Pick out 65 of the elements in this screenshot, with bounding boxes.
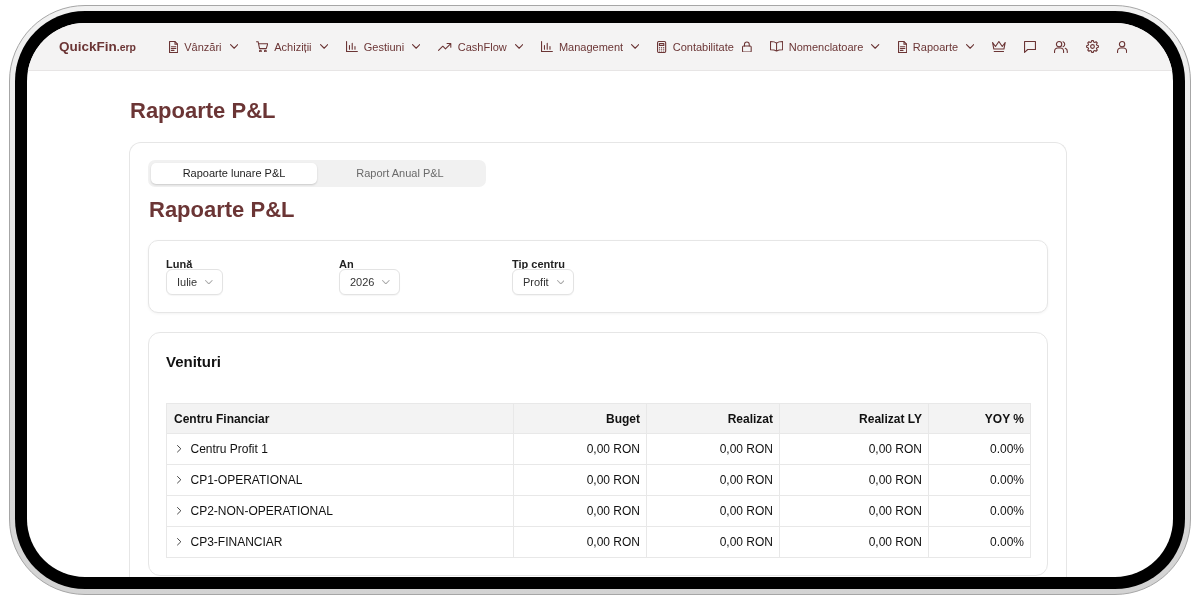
table-cell: 0.00% [928, 464, 1031, 496]
nav-menu-item[interactable]: CashFlow [438, 40, 524, 53]
table-cell: 0,00 RON [513, 495, 647, 527]
chevron-down-icon [382, 279, 391, 285]
table-cell: 0,00 RON [779, 464, 929, 496]
bar-chart-icon [345, 41, 358, 52]
chevron-down-icon [556, 279, 565, 285]
table-cell: 0,00 RON [646, 433, 780, 465]
cart-icon [255, 40, 269, 53]
chevron-right-icon[interactable] [177, 538, 182, 546]
document-icon [169, 40, 179, 53]
calculator-icon [657, 40, 667, 53]
row-label: CP3-FINANCIAR [190, 535, 283, 549]
column-header: YOY % [928, 403, 1031, 434]
table-cell: 0,00 RON [646, 464, 780, 496]
table-cell: 0,00 RON [513, 526, 647, 558]
nav-menu-item[interactable]: Vânzări [169, 40, 238, 53]
tab[interactable]: Rapoarte lunare P&L [151, 163, 317, 184]
settings-icon[interactable] [1086, 40, 1100, 53]
table-cell: 0,00 RON [779, 495, 929, 527]
row-label: Centru Profit 1 [190, 442, 268, 456]
row-label: CP2-NON-OPERATIONAL [190, 504, 333, 518]
nav-menu-item[interactable]: Management [541, 40, 640, 53]
table-cell: 0,00 RON [513, 433, 647, 465]
filter-label: An [339, 258, 354, 270]
filter-label: Tip centru [512, 258, 565, 270]
table-cell: 0,00 RON [779, 433, 929, 465]
book-icon [769, 41, 783, 52]
dropdown-select[interactable]: 2026 [339, 269, 401, 295]
table-cell: 0,00 RON [646, 526, 780, 558]
filter-label: Lună [166, 258, 193, 270]
tab[interactable]: Raport Anual P&L [317, 163, 483, 184]
table-cell: 0,00 RON [779, 526, 929, 558]
nav-menu-item[interactable]: Achiziții [255, 40, 328, 53]
users-icon[interactable] [1054, 40, 1069, 53]
page-title: Rapoarte P&L [130, 98, 276, 124]
column-header: Centru Financiar [166, 403, 514, 434]
chevron-right-icon[interactable] [177, 507, 182, 515]
nav-menu-item[interactable]: Contabilitate [657, 40, 752, 53]
chat-icon[interactable] [1024, 40, 1037, 53]
column-header: Realizat LY [779, 403, 929, 434]
row-label: CP1-OPERATIONAL [190, 473, 303, 487]
bar-chart-icon [541, 41, 553, 52]
report-title: Rapoarte P&L [149, 197, 295, 223]
dropdown-select[interactable]: Iulie [166, 269, 223, 295]
table-cell: 0.00% [928, 433, 1031, 465]
chevron-down-icon [205, 279, 213, 285]
table-cell: 0,00 RON [513, 464, 647, 496]
chevron-right-icon[interactable] [177, 476, 182, 484]
crown-icon[interactable] [992, 41, 1007, 52]
table-cell: 0,00 RON [646, 495, 780, 527]
user-icon[interactable] [1117, 40, 1128, 53]
column-header: Realizat [646, 403, 780, 434]
column-header: Buget [513, 403, 647, 434]
app-logo[interactable]: QuickFin.erp [59, 39, 137, 54]
nav-menu-item[interactable]: Gestiuni [345, 40, 421, 53]
nav-menu-item[interactable]: Nomenclatoare [769, 40, 880, 53]
nav-menu-item[interactable]: Rapoarte [897, 40, 975, 53]
chevron-right-icon[interactable] [177, 445, 182, 453]
section-title: Venituri [166, 352, 222, 372]
document-icon [897, 40, 907, 53]
dropdown-select[interactable]: Profit [512, 269, 575, 295]
table-cell: 0.00% [928, 495, 1031, 527]
table-cell: 0.00% [928, 526, 1031, 558]
trend-up-icon [438, 42, 452, 51]
